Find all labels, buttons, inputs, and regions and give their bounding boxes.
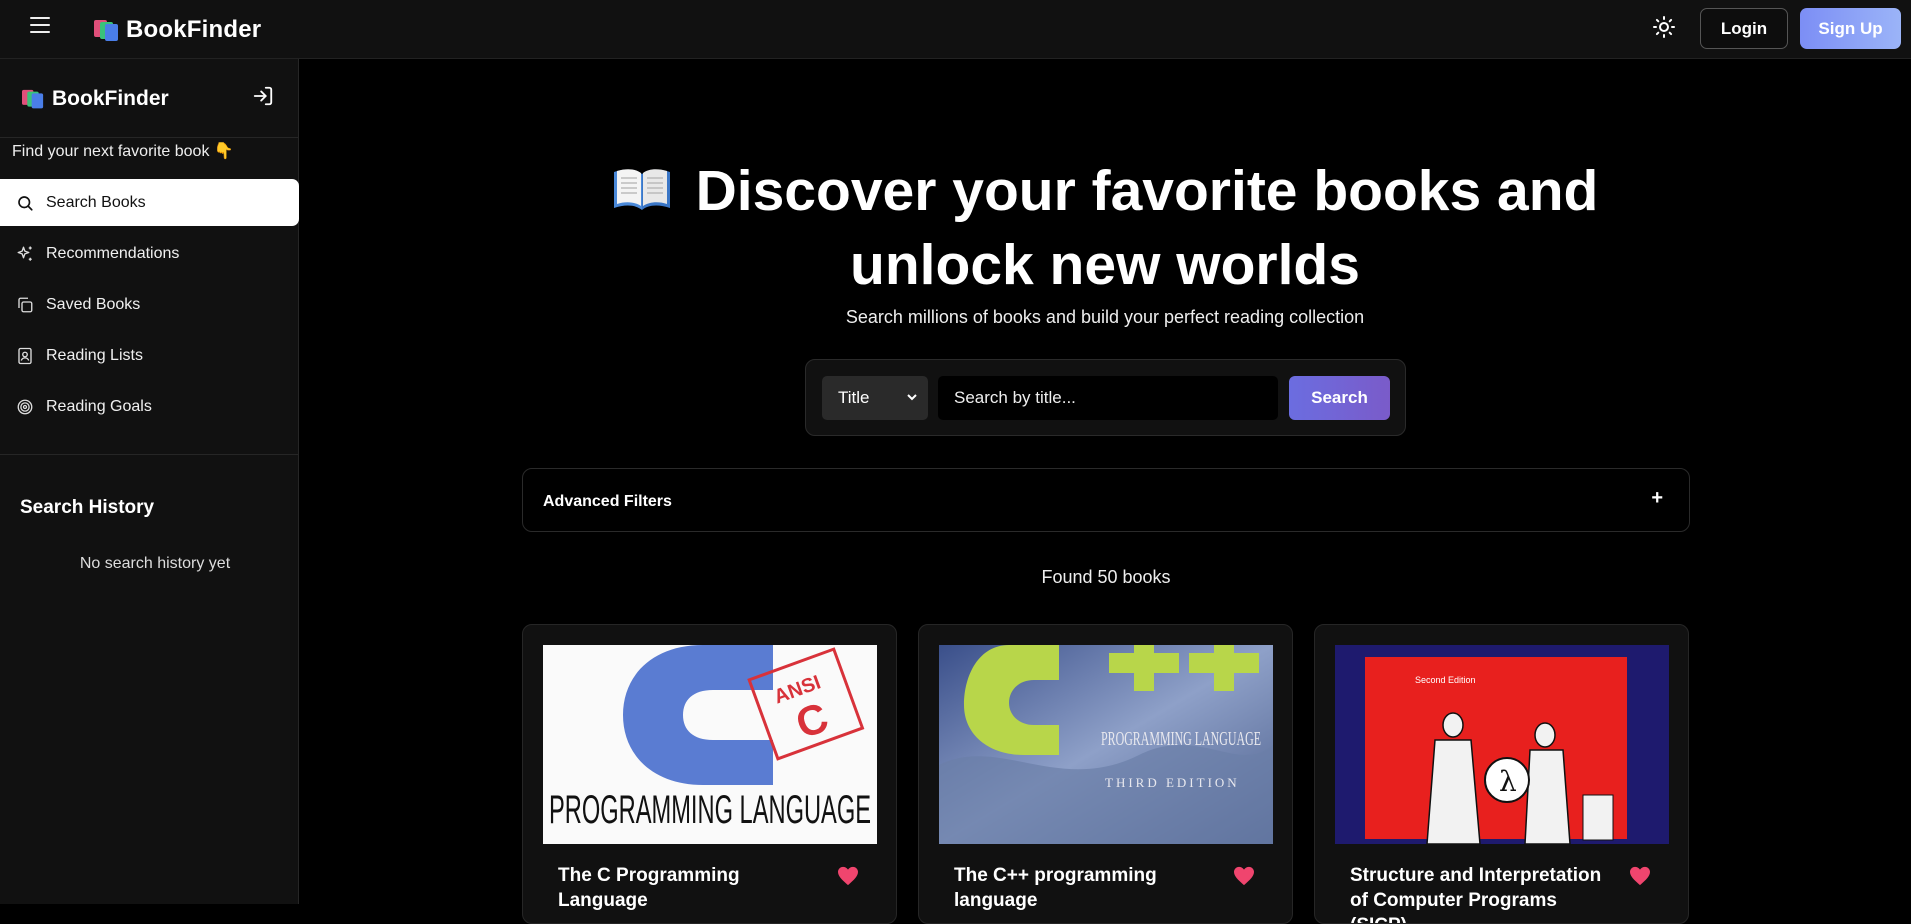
search-panel: Title Search <box>805 359 1406 436</box>
search-button[interactable]: Search <box>1289 376 1390 420</box>
sidebar-item-label: Search Books <box>46 193 146 211</box>
brand-name: BookFinder <box>126 16 262 43</box>
search-history-title: Search History <box>20 497 155 518</box>
hero-title-text: Discover your favorite books and unlock … <box>695 159 1599 297</box>
book-card[interactable]: Second Edition λ Structure and Interpret… <box>1314 624 1689 924</box>
cover-title-text: PROGRAMMING LANGUAGE <box>1101 728 1261 750</box>
sidebar-item-label: Recommendations <box>46 244 180 262</box>
sidebar-item-label: Reading Goals <box>46 397 152 415</box>
hero-subtitle: Search millions of books and build your … <box>845 307 1365 327</box>
results-count: Found 50 books <box>1041 567 1171 587</box>
book-title[interactable]: The C Programming Language <box>558 863 818 913</box>
hamburger-menu-icon[interactable] <box>30 17 50 35</box>
sidebar-brand: BookFinder <box>22 87 169 111</box>
chevron-down-icon <box>907 394 917 401</box>
target-icon <box>17 399 33 414</box>
heart-icon[interactable] <box>1233 866 1255 886</box>
book-card[interactable]: ANSI C PROGRAMMING LANGUAGE The C Progra… <box>522 624 897 924</box>
search-type-value: Title <box>838 388 870 407</box>
login-button[interactable]: Login <box>1700 8 1788 49</box>
top-bar: BookFinder Login Sign Up <box>0 0 1911 59</box>
search-input[interactable] <box>938 376 1278 420</box>
theme-toggle-sun-icon[interactable] <box>1652 15 1676 39</box>
heart-icon[interactable] <box>1629 866 1651 886</box>
advanced-filters-toggle[interactable]: Advanced Filters + <box>522 468 1690 532</box>
contact-book-icon <box>18 347 32 364</box>
cover-edition-text: Second Edition <box>1415 675 1476 685</box>
svg-text:λ: λ <box>1499 765 1517 798</box>
sidebar-item-recommendations[interactable]: Recommendations <box>0 230 299 277</box>
book-cover-image[interactable]: ANSI C PROGRAMMING LANGUAGE <box>543 645 877 844</box>
search-history-empty: No search history yet <box>79 555 231 572</box>
heart-icon[interactable] <box>837 866 859 886</box>
sidebar-brand-name: BookFinder <box>52 87 169 110</box>
expand-plus-icon: + <box>1651 487 1663 509</box>
cover-title-text: PROGRAMMING LANGUAGE <box>549 788 871 832</box>
book-title[interactable]: Structure and Interpretation of Computer… <box>1350 863 1610 923</box>
book-cover-image[interactable]: PROGRAMMING LANGUAGE THIRD EDITION <box>939 645 1273 844</box>
search-icon <box>18 195 33 211</box>
sidebar-item-search-books[interactable]: Search Books <box>0 179 299 226</box>
books-logo-icon <box>22 89 44 109</box>
book-title[interactable]: The C++ programming language <box>954 863 1214 913</box>
open-book-icon <box>613 169 670 210</box>
sidebar-nav: Search Books Recommendations Saved Books… <box>0 179 299 434</box>
sidebar-collapse-icon[interactable] <box>252 85 274 107</box>
sidebar-item-saved-books[interactable]: Saved Books <box>0 281 299 328</box>
page-title: Discover your favorite books and unlock … <box>522 154 1688 302</box>
search-type-select[interactable]: Title <box>822 376 928 420</box>
sidebar-item-reading-goals[interactable]: Reading Goals <box>0 383 299 430</box>
books-logo-icon <box>94 19 118 41</box>
cover-subtitle-text: THIRD EDITION <box>1105 775 1240 790</box>
sidebar-divider <box>0 454 299 455</box>
sidebar: BookFinder Find your next favorite book … <box>0 59 299 904</box>
brand-logo[interactable]: BookFinder <box>94 16 261 44</box>
signup-button[interactable]: Sign Up <box>1800 8 1901 49</box>
book-grid: ANSI C PROGRAMMING LANGUAGE The C Progra… <box>522 624 1690 924</box>
book-card[interactable]: PROGRAMMING LANGUAGE THIRD EDITION The C… <box>918 624 1293 924</box>
sidebar-item-label: Reading Lists <box>46 346 143 364</box>
sidebar-item-reading-lists[interactable]: Reading Lists <box>0 332 299 379</box>
sidebar-item-label: Saved Books <box>46 295 141 313</box>
sidebar-divider <box>0 137 299 138</box>
sidebar-tagline: Find your next favorite book 👇 <box>12 143 234 160</box>
sparkles-icon <box>17 246 32 261</box>
advanced-filters-label: Advanced Filters <box>543 493 672 510</box>
book-cover-image[interactable]: Second Edition λ <box>1335 645 1669 844</box>
copy-icon <box>18 297 33 312</box>
